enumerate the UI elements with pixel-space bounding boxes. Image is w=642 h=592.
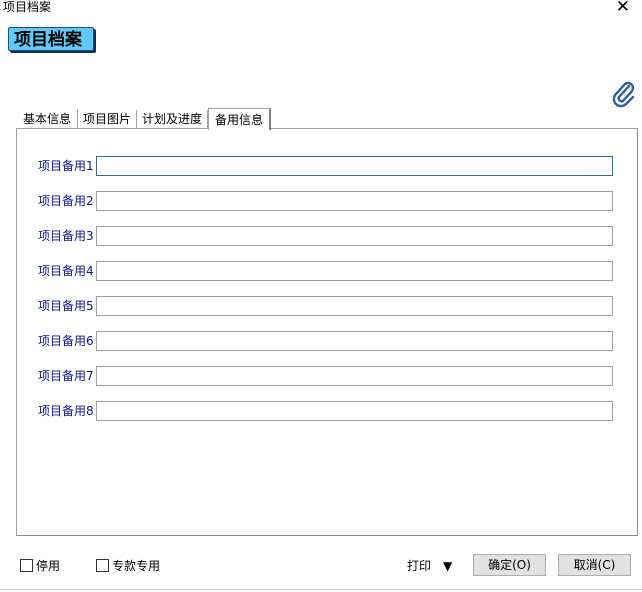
bottom-divider — [0, 589, 642, 590]
field-input-3[interactable] — [96, 226, 613, 246]
disable-checkbox[interactable] — [20, 559, 33, 572]
tab-backup-info[interactable]: 备用信息 — [208, 108, 271, 130]
field-label-2: 项目备用2 — [38, 194, 94, 208]
field-label-1: 项目备用1 — [38, 159, 94, 173]
print-button[interactable]: 打印 — [407, 558, 431, 574]
window-title: 项目档案 — [3, 0, 52, 14]
field-input-2[interactable] — [96, 191, 613, 211]
paperclip-icon[interactable] — [611, 80, 637, 108]
dedicated-fund-option[interactable]: 专款专用 — [96, 558, 160, 574]
field-input-5[interactable] — [96, 296, 613, 316]
ok-button[interactable]: 确定(O) — [473, 554, 546, 576]
dedicated-fund-label: 专款专用 — [112, 559, 161, 573]
field-label-3: 项目备用3 — [38, 229, 94, 243]
cancel-button[interactable]: 取消(C) — [558, 554, 631, 576]
field-label-4: 项目备用4 — [38, 264, 94, 278]
print-dropdown-icon[interactable]: ▼ — [443, 558, 452, 574]
dedicated-fund-checkbox[interactable] — [96, 559, 109, 572]
field-input-7[interactable] — [96, 366, 613, 386]
tab-plan-progress[interactable]: 计划及进度 — [137, 110, 208, 129]
title-bar: 项目档案 ✕ — [0, 0, 642, 17]
tab-project-images[interactable]: 项目图片 — [78, 110, 137, 129]
field-label-7: 项目备用7 — [38, 369, 94, 383]
field-input-6[interactable] — [96, 331, 613, 351]
field-input-1[interactable] — [96, 156, 613, 176]
field-input-4[interactable] — [96, 261, 613, 281]
field-label-8: 项目备用8 — [38, 404, 94, 418]
disable-label: 停用 — [36, 559, 61, 573]
field-label-6: 项目备用6 — [38, 334, 94, 348]
field-input-8[interactable] — [96, 401, 613, 421]
tab-basic-info[interactable]: 基本信息 — [17, 110, 78, 129]
field-label-5: 项目备用5 — [38, 299, 94, 313]
page-title: 项目档案 — [8, 27, 94, 51]
close-icon[interactable]: ✕ — [616, 0, 630, 17]
disable-option[interactable]: 停用 — [20, 558, 60, 574]
